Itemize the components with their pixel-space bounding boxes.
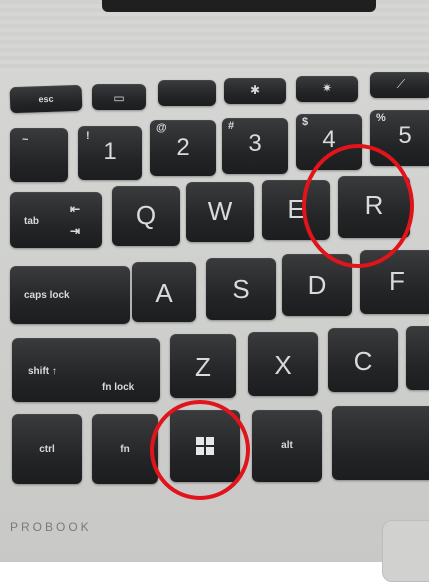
key-ctrl-label: ctrl [39, 444, 55, 455]
key-a[interactable]: A [132, 262, 196, 322]
key-r-label: R [364, 190, 384, 220]
key-esc-label: esc [38, 93, 54, 105]
key-e-label: E [287, 194, 305, 224]
key-f[interactable]: F [360, 250, 429, 314]
key-caps-lock[interactable]: caps lock [10, 266, 130, 324]
key-space[interactable] [332, 406, 429, 480]
key-tilde-label: ~ [22, 134, 29, 146]
windows-icon [196, 437, 214, 455]
key-tab-label: tab [24, 216, 39, 227]
key-f-label: F [389, 266, 405, 296]
key-v[interactable] [406, 326, 429, 390]
keyboard-photo: esc ▭ ✱ ✷ ⟋ ~ ! 1 @ 2 # 3 $ 4 % 5 tab ⇤ … [0, 0, 429, 582]
key-d-label: D [307, 270, 327, 300]
key-2[interactable]: @ 2 [150, 120, 216, 176]
key-fn-label: fn [120, 444, 130, 455]
key-4-label: 4 [322, 126, 336, 153]
key-a-label: A [155, 278, 173, 308]
key-2-symbol: @ [156, 122, 167, 134]
brightness-icon: ✱ [249, 83, 261, 97]
key-x-label: X [274, 350, 292, 380]
key-caps-lock-label: caps lock [24, 290, 70, 301]
key-shift-label: shift ↑ [28, 366, 57, 377]
key-3-label: 3 [248, 130, 262, 157]
key-shift[interactable]: shift ↑ fn lock [12, 338, 160, 402]
key-c-label: C [353, 346, 373, 376]
key-5[interactable]: % 5 [370, 110, 429, 166]
touchpad[interactable] [382, 520, 429, 582]
key-4[interactable]: $ 4 [296, 114, 362, 170]
key-z-label: Z [195, 352, 211, 382]
key-r[interactable]: R [338, 176, 410, 238]
key-alt-label: alt [281, 440, 293, 451]
key-windows[interactable] [170, 410, 240, 482]
key-f5[interactable]: ⟋ [370, 72, 429, 98]
key-1-label: 1 [103, 138, 117, 165]
key-fn-lock-label: fn lock [102, 382, 135, 393]
key-3[interactable]: # 3 [222, 118, 288, 174]
key-d[interactable]: D [282, 254, 352, 316]
key-tilde[interactable]: ~ [10, 128, 68, 182]
key-esc[interactable]: esc [9, 84, 83, 114]
key-ctrl[interactable]: ctrl [12, 414, 82, 484]
key-w[interactable]: W [186, 182, 254, 242]
brand-logo: PROBOOK [10, 520, 92, 534]
key-x[interactable]: X [248, 332, 318, 396]
key-f3[interactable]: ✱ [224, 78, 286, 104]
tab-back-icon: ⇤ [70, 202, 81, 216]
key-q-label: Q [135, 200, 157, 230]
key-tab[interactable]: tab ⇤ ⇥ [10, 192, 102, 248]
tab-forward-icon: ⇥ [70, 224, 81, 238]
key-c[interactable]: C [328, 328, 398, 392]
mute-icon: ⟋ [396, 77, 406, 91]
key-fn[interactable]: fn [92, 414, 158, 484]
key-f1[interactable]: ▭ [92, 84, 146, 110]
key-q[interactable]: Q [112, 186, 180, 246]
screen-bezel [102, 0, 376, 12]
key-e[interactable]: E [262, 180, 330, 240]
key-s[interactable]: S [206, 258, 276, 320]
key-z[interactable]: Z [170, 334, 236, 398]
key-1[interactable]: ! 1 [78, 126, 142, 180]
key-f4[interactable]: ✷ [296, 76, 358, 102]
key-5-label: 5 [398, 122, 412, 149]
key-s-label: S [232, 274, 250, 304]
key-2-label: 2 [176, 134, 190, 161]
key-f2[interactable] [158, 80, 216, 106]
key-w-label: W [207, 196, 233, 226]
key-alt[interactable]: alt [252, 410, 322, 482]
brightness-up-icon: ✷ [321, 81, 333, 95]
screen-mode-icon: ▭ [113, 91, 125, 105]
